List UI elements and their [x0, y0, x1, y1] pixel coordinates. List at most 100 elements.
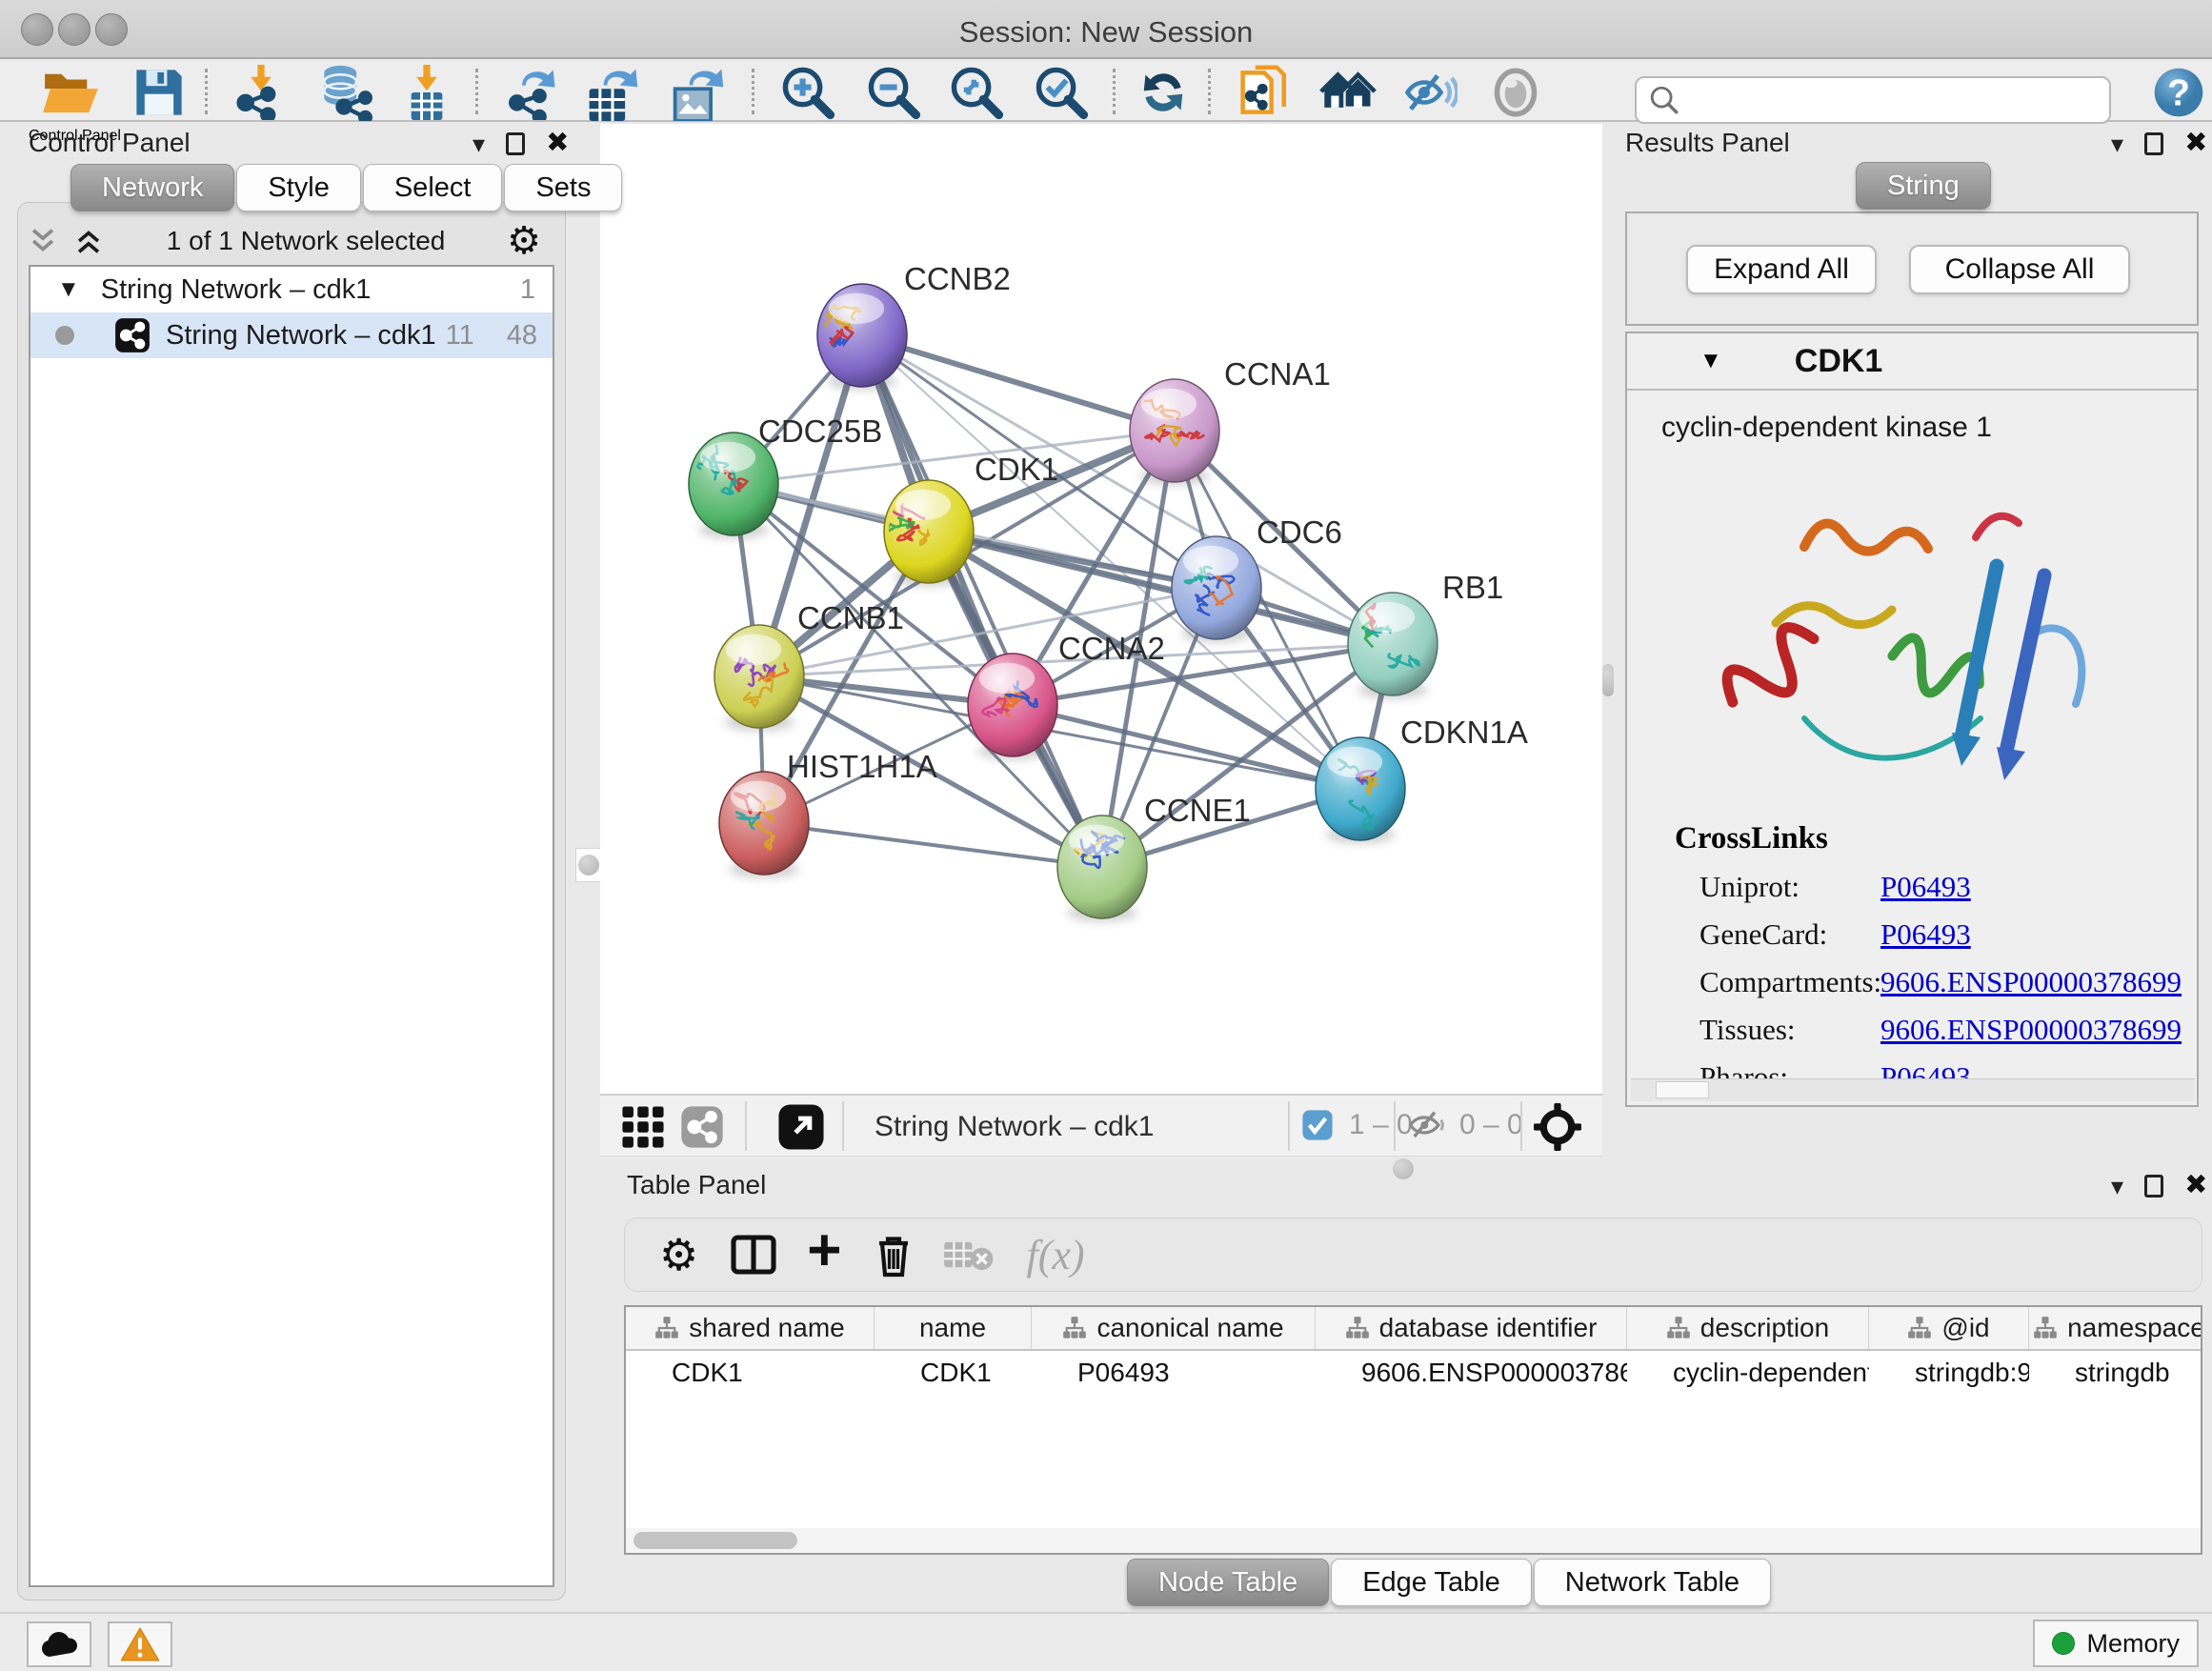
- help-button[interactable]: ?: [2149, 65, 2208, 120]
- import-table-button[interactable]: [397, 65, 456, 120]
- open-session-button[interactable]: [39, 65, 102, 120]
- crosslink-link[interactable]: P06493: [1880, 870, 1971, 904]
- left-splitter-handle[interactable]: [575, 848, 602, 882]
- search-input[interactable]: [1680, 86, 2090, 115]
- tab-style[interactable]: Style: [236, 164, 360, 211]
- protein-card-header[interactable]: ▼ CDK1: [1627, 333, 2197, 391]
- toggle-visibility-button[interactable]: [1404, 65, 1458, 120]
- zoom-out-button[interactable]: [864, 65, 923, 120]
- hidden-elements-indicator[interactable]: 0 – 0: [1408, 1109, 1523, 1141]
- tab-string[interactable]: String: [1856, 162, 1991, 210]
- results-panel-float-icon[interactable]: [2144, 132, 2163, 155]
- control-panel-close-icon[interactable]: ✖: [546, 130, 569, 157]
- expand-all-button[interactable]: Expand All: [1686, 245, 1877, 294]
- toolbar-separator: [1520, 1101, 1522, 1151]
- birds-eye-toggle-button[interactable]: [1534, 1103, 1581, 1156]
- export-image-button[interactable]: [665, 65, 732, 120]
- card-collapse-icon[interactable]: ▼: [1699, 348, 1722, 374]
- cloud-button[interactable]: [27, 1621, 91, 1667]
- column-header-namespace[interactable]: namespace: [2029, 1307, 2202, 1349]
- memory-button[interactable]: Memory: [2033, 1620, 2199, 1667]
- selected-elements-indicator[interactable]: 1 – 0: [1301, 1109, 1413, 1141]
- table-panel-float-icon[interactable]: [2144, 1175, 2163, 1198]
- zoom-selected-button[interactable]: [1032, 65, 1091, 120]
- tab-select[interactable]: Select: [363, 164, 503, 211]
- export-table-button[interactable]: [579, 65, 646, 120]
- results-scrollbar[interactable]: [1631, 1078, 2195, 1101]
- delete-table-icon[interactable]: [942, 1237, 994, 1273]
- collapse-all-icon[interactable]: [27, 225, 59, 257]
- detach-view-button[interactable]: [777, 1103, 825, 1156]
- crosslink-link[interactable]: 9606.ENSP00000378699: [1880, 1013, 2182, 1047]
- preview-eye-button[interactable]: [1489, 65, 1542, 120]
- results-panel-close-icon[interactable]: ✖: [2184, 130, 2207, 157]
- network-collection-row[interactable]: ▼ String Network – cdk1 1: [30, 267, 553, 312]
- save-session-button[interactable]: [130, 65, 189, 120]
- table-cell[interactable]: stringdb: [2029, 1351, 2202, 1395]
- column-header--id[interactable]: @id: [1869, 1307, 2029, 1349]
- network-node-CDC25B[interactable]: CDC25B: [689, 413, 882, 538]
- tab-network[interactable]: Network: [70, 164, 234, 211]
- table-h-scroll-thumb[interactable]: [633, 1532, 797, 1549]
- share-document-button[interactable]: [1237, 65, 1296, 120]
- control-panel-collapse-icon[interactable]: ▾: [473, 131, 485, 156]
- network-canvas[interactable]: CCNB2CCNA1CDC25BCDK1CDC6RB1CCNB1CCNA2CDK…: [600, 124, 1602, 1094]
- tab-network-table[interactable]: Network Table: [1534, 1559, 1771, 1606]
- search-field[interactable]: [1635, 76, 2111, 124]
- column-header-canonical-name[interactable]: canonical name: [1032, 1307, 1316, 1349]
- column-header-database-identifier[interactable]: database identifier: [1316, 1307, 1627, 1349]
- collapse-all-button[interactable]: Collapse All: [1909, 245, 2130, 294]
- zoom-in-button[interactable]: [778, 65, 837, 120]
- tab-sets[interactable]: Sets: [504, 164, 622, 211]
- column-header-description[interactable]: description: [1627, 1307, 1869, 1349]
- export-network-button[interactable]: [502, 65, 563, 120]
- network-node-HIST1H1A[interactable]: HIST1H1A: [719, 749, 937, 877]
- import-network-button[interactable]: [231, 65, 291, 120]
- results-panel-collapse-icon[interactable]: ▾: [2111, 131, 2123, 156]
- table-h-scrollbar[interactable]: [626, 1528, 2201, 1553]
- crosslink-row: Uniprot:P06493: [1699, 870, 2197, 904]
- show-grid-button[interactable]: [621, 1105, 665, 1154]
- function-builder-icon[interactable]: f(x): [1026, 1231, 1084, 1279]
- control-panel-float-icon[interactable]: [506, 132, 525, 155]
- network-edge[interactable]: [862, 335, 1175, 431]
- node-table[interactable]: shared namenamecanonical namedatabase id…: [624, 1305, 2202, 1555]
- table-gear-icon[interactable]: ⚙: [659, 1233, 698, 1277]
- column-header-shared-name[interactable]: shared name: [626, 1307, 875, 1349]
- table-cell[interactable]: cyclin-dependent ...: [1627, 1351, 1869, 1395]
- tab-node-table[interactable]: Node Table: [1127, 1559, 1329, 1606]
- network-edge[interactable]: [764, 823, 1102, 867]
- network-overview-button[interactable]: [680, 1105, 724, 1154]
- table-panel-close-icon[interactable]: ✖: [2184, 1172, 2207, 1199]
- tree-expand-icon[interactable]: ▼: [57, 276, 80, 303]
- refresh-button[interactable]: [1136, 65, 1190, 120]
- add-column-icon[interactable]: +: [807, 1221, 841, 1280]
- table-cell[interactable]: 9606.ENSP00000378699: [1316, 1351, 1627, 1395]
- table-cell[interactable]: P06493: [1032, 1351, 1316, 1395]
- network-options-gear-icon[interactable]: ⚙: [507, 222, 541, 260]
- column-header-name[interactable]: name: [875, 1307, 1032, 1349]
- homes-button[interactable]: [1318, 65, 1377, 120]
- import-table-icon: [400, 65, 453, 120]
- crosslink-link[interactable]: P06493: [1880, 917, 1971, 952]
- import-network-from-database-button[interactable]: [307, 65, 381, 120]
- table-cell[interactable]: CDK1: [875, 1351, 1032, 1395]
- zoom-fit-button[interactable]: [946, 65, 1007, 120]
- network-node-CDKN1A[interactable]: CDKN1A: [1316, 715, 1528, 843]
- expand-all-icon[interactable]: [72, 225, 105, 257]
- table-cell[interactable]: stringdb:9...: [1869, 1351, 2029, 1395]
- network-node-RB1[interactable]: RB1: [1348, 570, 1503, 698]
- split-columns-icon[interactable]: [731, 1234, 776, 1276]
- warnings-button[interactable]: [108, 1621, 172, 1667]
- delete-column-icon[interactable]: [874, 1232, 914, 1278]
- network-node-CCNA1[interactable]: CCNA1: [1130, 356, 1331, 485]
- table-cell[interactable]: CDK1: [626, 1351, 875, 1395]
- network-tree: ▼ String Network – cdk1 1 String Network…: [29, 265, 554, 1587]
- table-panel-collapse-icon[interactable]: ▾: [2111, 1174, 2123, 1198]
- network-node-CCNE1[interactable]: CCNE1: [1057, 793, 1251, 921]
- tab-edge-table[interactable]: Edge Table: [1331, 1559, 1532, 1606]
- table-row[interactable]: CDK1CDK1P064939606.ENSP00000378699cyclin…: [626, 1351, 2201, 1395]
- control-panel-title: Control Panel: [29, 128, 191, 158]
- network-row[interactable]: String Network – cdk1 11 48: [30, 312, 553, 358]
- crosslink-link[interactable]: 9606.ENSP00000378699: [1880, 965, 2182, 999]
